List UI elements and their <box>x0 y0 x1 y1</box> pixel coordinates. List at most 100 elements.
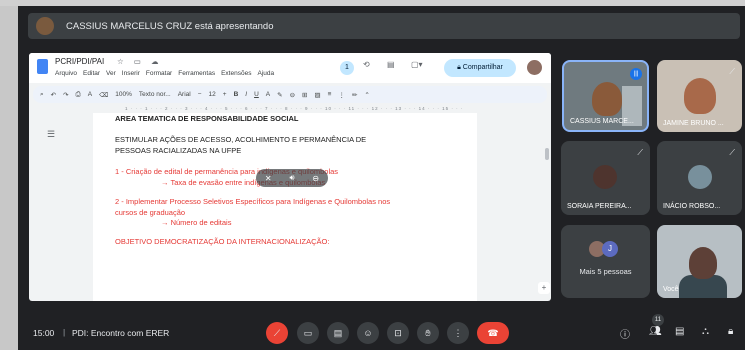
avatar <box>593 165 617 189</box>
undo-icon: ↶ <box>50 91 57 99</box>
underline-icon: U <box>254 91 259 98</box>
menu-arquivo: Arquivo <box>55 70 78 77</box>
mic-off-icon: ⟋ <box>729 67 735 76</box>
presenter-text: CASSIUS MARCELUS CRUZ está apresentando <box>66 20 274 32</box>
line-spacing-icon: ⋮ <box>338 91 345 99</box>
menu-ajuda: Ajuda <box>257 70 275 77</box>
docs-toolbar: ⌕ ↶ ↷ ⎙ A ⌫ 100% Texto nor... Arial − 12… <box>33 86 547 103</box>
font-select: Arial <box>177 91 191 98</box>
editing-mode-icon: ✏ <box>351 91 358 99</box>
unpin-icon[interactable]: ✕ <box>265 174 272 183</box>
font-size-value: 12 <box>208 91 216 98</box>
more-participants-tile[interactable]: J Mais 5 pessoas <box>561 225 650 298</box>
doc-line: ESTIMULAR AÇÕES DE ACESSO, ACOLHIMENTO E… <box>115 135 367 144</box>
meeting-name: PDI: Encontro com ERER <box>72 328 170 338</box>
docs-menu-bar: Arquivo Editar Ver Inserir Formatar Ferr… <box>55 70 274 77</box>
meet-present-icon: ▢▾ <box>411 60 423 69</box>
captions-button[interactable]: ▤ <box>327 322 349 344</box>
presentation-overlay[interactable]: ✕ 🔊︎ ⊖ <box>256 169 328 187</box>
link-icon: ⊖ <box>289 91 296 99</box>
reactions-button[interactable]: ☺ <box>357 322 379 344</box>
doc-heading: AREA TEMATICA DE RESPONSABILIDADE SOCIAL <box>115 114 299 123</box>
chat-icon[interactable]: ▤ <box>675 326 684 337</box>
self-tile[interactable]: Você <box>657 225 742 298</box>
mic-off-icon: ⟋ <box>273 328 281 338</box>
participant-name: SORAIA PEREIRA... <box>567 203 632 210</box>
redo-icon: ↷ <box>63 91 69 99</box>
participant-name: JAMINE BRUNO ... <box>663 120 724 127</box>
activities-icon[interactable]: ⛬ <box>702 326 709 337</box>
outline-icon: ☰ <box>47 129 56 139</box>
print-icon: ⎙ <box>75 90 81 98</box>
self-video <box>689 247 717 279</box>
menu-extensoes: Extensões <box>221 70 252 77</box>
separator: | <box>63 327 66 337</box>
hand-icon: ✋︎ <box>425 328 431 338</box>
emoji-icon: ☺ <box>363 328 373 338</box>
presenter-avatar <box>36 17 54 35</box>
font-size-minus-icon: − <box>197 91 202 98</box>
menu-ferramentas: Ferramentas <box>178 70 216 77</box>
participant-tile-soraia[interactable]: ⟋ SORAIA PEREIRA... <box>561 141 650 215</box>
info-icon[interactable]: ⓘ <box>620 326 630 341</box>
camera-toggle-button[interactable]: ▭ <box>297 322 319 344</box>
people-count-badge: 11 <box>652 314 664 326</box>
menu-ver: Ver <box>106 70 116 77</box>
top-margin <box>0 0 745 6</box>
volume-icon[interactable]: 🔊︎ <box>289 173 294 183</box>
comments-icon: ▤ <box>387 60 395 69</box>
doc-line: → Número de editais <box>161 218 232 227</box>
image-icon: ▨ <box>314 91 321 99</box>
participant-video <box>684 78 716 114</box>
mic-off-icon: ⟋ <box>637 148 643 157</box>
collapse-icon: ⌃ <box>364 91 370 99</box>
docs-header: PCRI/PDI/PAI ☆ ▭ ☁ Arquivo Editar Ver In… <box>29 53 551 83</box>
collaborator-badge: 1 <box>340 61 354 75</box>
star-folder-cloud-icons: ☆ ▭ ☁ <box>117 57 163 66</box>
present-icon: ⊡ <box>394 328 402 338</box>
presenter-banner: CASSIUS MARCELUS CRUZ está apresentando <box>28 13 740 39</box>
doc-line: PESSOAS RACIALIZADAS NA UFPE <box>115 146 242 155</box>
scrollbar <box>545 148 549 160</box>
comment-icon: ⊞ <box>302 91 308 99</box>
participant-tile-cassius[interactable]: ||| CASSIUS MARCE... <box>562 60 649 132</box>
people-icon[interactable]: 👥︎ <box>649 326 662 337</box>
participant-tile-jamine[interactable]: ⟋ JAMINE BRUNO ... <box>657 60 742 132</box>
history-icon: ⟲ <box>363 60 370 69</box>
clock: 15:00 <box>33 328 55 338</box>
participant-tile-inacio[interactable]: ⟋ INÁCIO ROBSO... <box>657 141 742 215</box>
captions-icon: ▤ <box>333 328 343 338</box>
avatar: J <box>602 241 618 257</box>
phone-hangup-icon: ☎ <box>487 328 499 338</box>
present-button[interactable]: ⊡ <box>387 322 409 344</box>
menu-editar: Editar <box>83 70 101 77</box>
docs-icon <box>37 59 48 74</box>
more-participants-label: Mais 5 pessoas <box>579 267 632 276</box>
doc-line: cursos de graduação <box>115 208 186 217</box>
spellcheck-icon: A <box>87 91 93 98</box>
self-name: Você <box>663 286 679 293</box>
participant-name: INÁCIO ROBSO... <box>663 203 721 210</box>
host-controls-icon[interactable]: 🔒︎ <box>728 326 733 337</box>
profile-avatar <box>527 60 542 75</box>
remove-icon[interactable]: ⊖ <box>312 174 319 183</box>
explore-icon: + <box>538 282 550 294</box>
share-label: Compartilhar <box>462 64 503 71</box>
more-options-button[interactable]: ⋮ <box>447 322 469 344</box>
mic-toggle-button[interactable]: ⟋ <box>266 322 288 344</box>
mic-off-icon: ⟋ <box>729 148 735 157</box>
camera-icon: ▭ <box>303 328 313 338</box>
participant-video <box>592 82 622 116</box>
search-icon: ⌕ <box>40 90 44 98</box>
share-button: 🔒︎ Compartilhar <box>444 59 516 77</box>
highlight-icon: ✎ <box>277 91 283 99</box>
end-call-button[interactable]: ☎ <box>477 322 509 344</box>
paint-format-icon: ⌫ <box>99 91 109 99</box>
doc-line: OBJETIVO DEMOCRATIZAÇÃO DA INTERNACIONAL… <box>115 237 330 246</box>
more-vert-icon: ⋮ <box>453 328 463 338</box>
style-select: Texto nor... <box>138 91 171 98</box>
raise-hand-button[interactable]: ✋︎ <box>417 322 439 344</box>
zoom-select: 100% <box>115 91 132 98</box>
speaking-icon: ||| <box>630 68 642 80</box>
doc-page: AREA TEMATICA DE RESPONSABILIDADE SOCIAL… <box>93 113 477 301</box>
